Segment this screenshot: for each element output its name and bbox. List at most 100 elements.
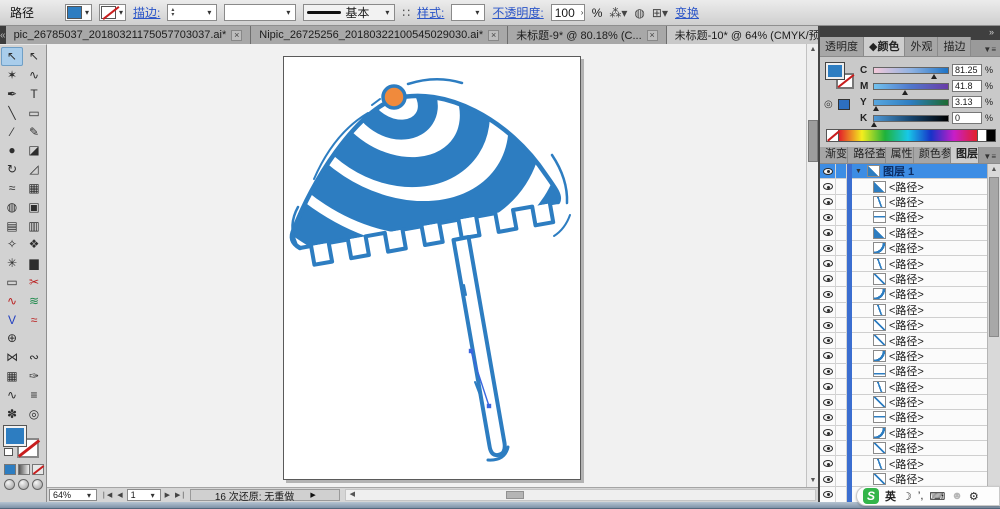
ime-language-toggle[interactable]: 英 [885, 488, 896, 504]
path-row-3[interactable]: <路径> [820, 226, 1000, 241]
canvas-vertical-scrollbar[interactable]: ▲ ▼ [806, 44, 818, 487]
magic-wand-tool[interactable]: ✶ [1, 66, 23, 85]
layer-row-main[interactable]: ▼图层 1 [820, 164, 1000, 179]
path-label[interactable]: <路径> [889, 440, 924, 456]
path-row-18[interactable]: <路径> [820, 456, 1000, 471]
path-label[interactable]: <路径> [889, 179, 924, 195]
close-icon[interactable]: × [647, 30, 658, 41]
lock-cell[interactable] [835, 394, 847, 409]
path-label[interactable]: <路径> [889, 379, 924, 395]
type-tool[interactable]: T [23, 85, 45, 104]
style-label[interactable]: 样式: [417, 4, 444, 21]
hand-tool[interactable]: ✽ [1, 404, 23, 423]
blend-tool[interactable]: ❖ [23, 235, 45, 254]
brush-definition-combo[interactable]: 基本 ▾ [303, 4, 395, 21]
visibility-cell[interactable] [820, 229, 835, 236]
close-icon[interactable]: × [231, 30, 242, 41]
screen-mode-menu-button[interactable] [18, 479, 29, 490]
path-label[interactable]: <路径> [889, 471, 924, 487]
path-label[interactable]: <路径> [889, 209, 924, 225]
document-tab-0[interactable]: pic_26785037_20180321175057703037.ai*× [6, 26, 252, 44]
perspective-grid-tool[interactable]: ▣ [23, 197, 45, 216]
visibility-cell[interactable] [820, 275, 835, 282]
path-thumbnail[interactable] [873, 288, 886, 300]
black-swatch[interactable] [987, 129, 996, 142]
path-row-14[interactable]: <路径> [820, 395, 1000, 410]
eye-icon[interactable] [823, 476, 833, 483]
history-menu-icon[interactable]: ▶ [310, 491, 315, 499]
scroll-up-icon[interactable]: ▲ [988, 164, 1000, 176]
path-thumbnail[interactable] [873, 196, 886, 208]
eye-icon[interactable] [823, 383, 833, 390]
stroke-panel-link[interactable]: 描边: [133, 4, 160, 21]
path-label[interactable]: <路径> [889, 394, 924, 410]
ime-settings-icon[interactable]: ⚙ [969, 490, 979, 503]
expand-triangle-icon[interactable]: ▼ [855, 168, 864, 175]
shape-builder-tool[interactable]: ◍ [1, 197, 23, 216]
lock-cell[interactable] [835, 379, 847, 394]
eye-icon[interactable] [823, 368, 833, 375]
wave-tool[interactable]: ≈ [23, 310, 45, 329]
ime-moon-icon[interactable]: ☽ [902, 490, 912, 503]
path-thumbnail[interactable] [873, 334, 886, 346]
path-thumbnail[interactable] [873, 350, 886, 362]
eye-icon[interactable] [823, 445, 833, 452]
fill-color-picker[interactable]: ▾ [65, 4, 92, 21]
path-row-0[interactable]: <路径> [820, 179, 1000, 194]
visibility-cell[interactable] [820, 445, 835, 452]
path-thumbnail[interactable] [873, 473, 886, 485]
path-row-7[interactable]: <路径> [820, 287, 1000, 302]
path-thumbnail[interactable] [873, 181, 886, 193]
lock-cell[interactable] [835, 271, 847, 286]
path-row-1[interactable]: <路径> [820, 195, 1000, 210]
visibility-cell[interactable] [820, 399, 835, 406]
layers-scroll-thumb[interactable] [989, 177, 999, 337]
eye-icon[interactable] [823, 352, 833, 359]
layer-thumbnail[interactable] [867, 165, 880, 177]
prev-artboard-button[interactable]: ◀ [116, 491, 123, 499]
path-label[interactable]: <路径> [889, 363, 924, 379]
visibility-cell[interactable] [820, 337, 835, 344]
transform-link[interactable]: 变换 [675, 4, 699, 21]
canvas-horizontal-scrollbar[interactable]: ◀ [345, 489, 816, 501]
channel-slider[interactable] [873, 83, 949, 90]
visibility-cell[interactable] [820, 460, 835, 467]
path-row-10[interactable]: <路径> [820, 333, 1000, 348]
next-artboard-button[interactable]: ▶ [164, 491, 171, 499]
path-label[interactable]: <路径> [889, 240, 924, 256]
path-row-5[interactable]: <路径> [820, 256, 1000, 271]
ime-punctuation-icon[interactable]: ’, [918, 490, 924, 502]
opacity-link[interactable]: 不透明度: [492, 4, 543, 21]
artboard-number-combo[interactable]: 1 ▾ [127, 489, 161, 501]
path-label[interactable]: <路径> [889, 348, 924, 364]
gradient-tool[interactable]: ▥ [23, 216, 45, 235]
lock-cell[interactable] [835, 194, 847, 209]
visibility-cell[interactable] [820, 429, 835, 436]
path-thumbnail[interactable] [873, 396, 886, 408]
path-thumbnail[interactable] [873, 319, 886, 331]
eyedropper-tool[interactable]: ✧ [1, 235, 23, 254]
twirl-tool[interactable]: ∾ [23, 348, 45, 367]
warp-tool[interactable]: ⋈ [1, 348, 23, 367]
select-similar-icon[interactable]: ⁂▾ [609, 6, 627, 20]
path-label[interactable]: <路径> [889, 425, 924, 441]
path-label[interactable]: <路径> [889, 256, 924, 272]
layers-scrollbar[interactable]: ▲ ▼ [987, 164, 1000, 503]
visibility-cell[interactable] [820, 291, 835, 298]
path-label[interactable]: <路径> [889, 286, 924, 302]
slider-thumb-icon[interactable] [871, 122, 877, 127]
slider-thumb-icon[interactable] [902, 90, 908, 95]
scribble-tool[interactable]: ∿ [1, 385, 23, 404]
eye-icon[interactable] [823, 198, 833, 205]
paint-color-button[interactable] [4, 464, 16, 475]
path-label[interactable]: <路径> [889, 271, 924, 287]
panel-menu-icon[interactable]: ▼≡ [979, 150, 1000, 163]
path-row-13[interactable]: <路径> [820, 379, 1000, 394]
selection-tool[interactable]: ↖ [1, 47, 23, 66]
lock-cell[interactable] [835, 164, 847, 179]
lock-cell[interactable] [835, 256, 847, 271]
visibility-cell[interactable] [820, 414, 835, 421]
visibility-cell[interactable] [820, 214, 835, 221]
lock-cell[interactable] [835, 287, 847, 302]
path-thumbnail[interactable] [873, 427, 886, 439]
